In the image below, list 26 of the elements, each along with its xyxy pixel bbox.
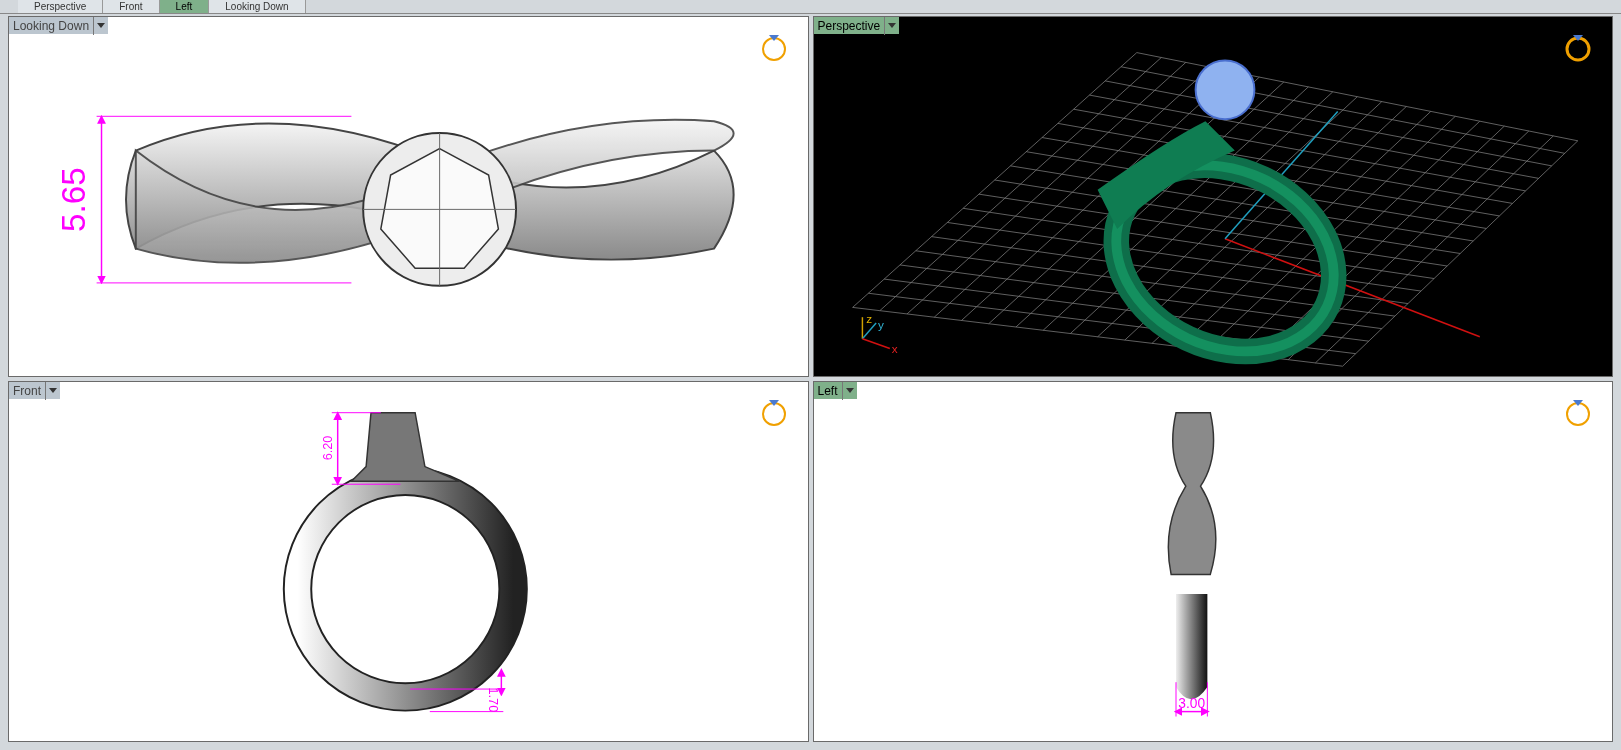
axis-label: z: [865, 312, 872, 326]
viewport-title-tab[interactable]: Front: [9, 382, 60, 399]
viewport-title-tab[interactable]: Left: [813, 382, 857, 399]
viewport-title-tab[interactable]: Perspective: [813, 17, 900, 34]
view-tab[interactable]: Left: [159, 0, 210, 13]
view-tab[interactable]: Front: [103, 0, 160, 13]
dimension-label: 3.00: [1177, 695, 1205, 711]
viewport-title-tab[interactable]: Looking Down: [9, 17, 109, 34]
dropdown-caret-icon: [888, 23, 897, 28]
viewport-panel[interactable]: Left 3.00: [812, 381, 1613, 742]
view-tab[interactable]: Looking Down: [209, 0, 306, 13]
dropdown-caret-icon: [49, 388, 57, 393]
viewport-panel[interactable]: Looking Down 5.65: [8, 16, 809, 377]
axis-icon: [861, 316, 891, 350]
dimension-label: 6.20: [319, 435, 335, 461]
dimension-arrow: [496, 668, 506, 697]
view-tab[interactable]: Perspective: [18, 0, 104, 13]
dropdown-caret-icon: [97, 23, 106, 28]
dimension-label: 5.65: [54, 167, 92, 232]
dimension-arrow: [1173, 707, 1210, 716]
viewport-panel[interactable]: Front 6.20 1.70: [8, 381, 809, 742]
axis-label: x: [891, 342, 898, 356]
dimension-label: 1.70: [485, 687, 501, 713]
axis-label: y: [877, 317, 884, 331]
viewport-panel[interactable]: Perspective z y x: [812, 16, 1613, 377]
dropdown-caret-icon: [845, 388, 854, 393]
